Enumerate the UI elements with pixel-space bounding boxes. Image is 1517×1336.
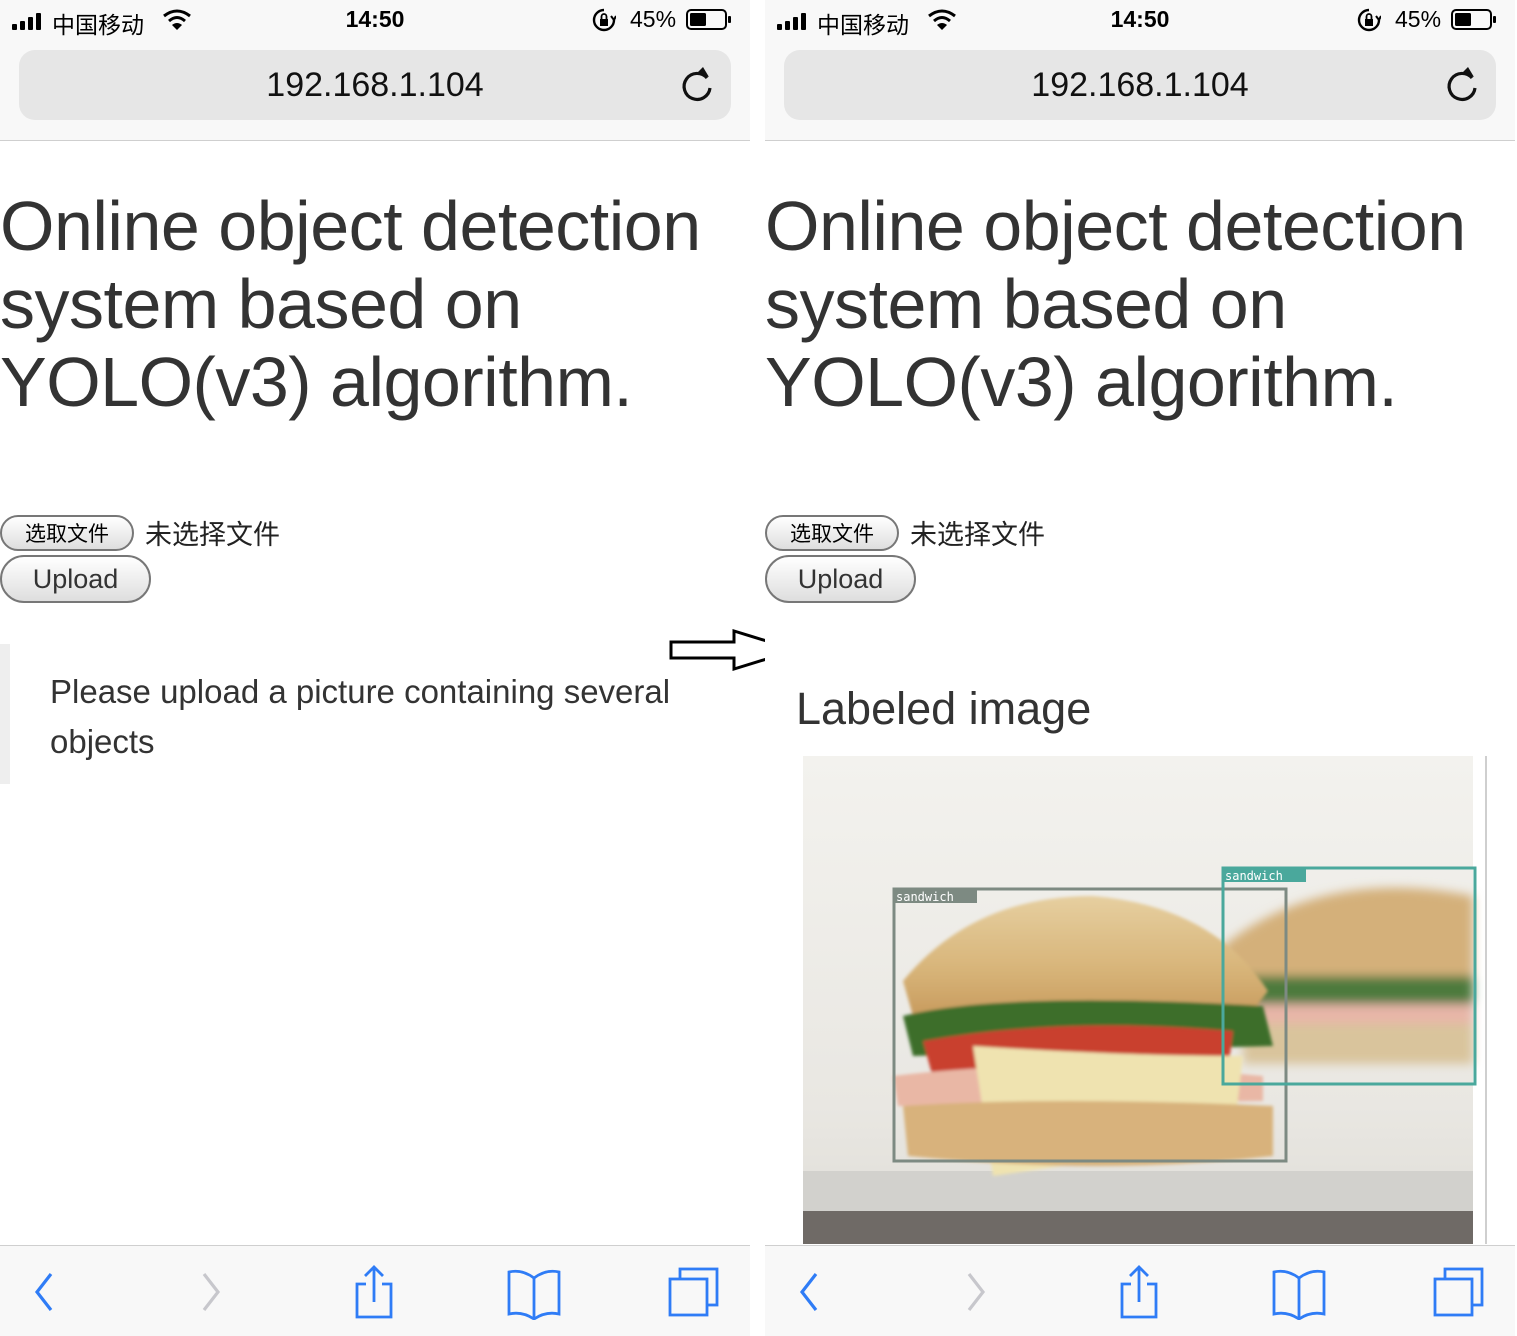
labeled-image: sandwich sandwich bbox=[803, 756, 1477, 1244]
phone-screen-after: 中国移动 14:50 45% 192.168.1.104 Online obje… bbox=[765, 0, 1515, 1336]
detection-label-1: sandwich bbox=[896, 890, 954, 904]
upload-button[interactable]: Upload bbox=[765, 555, 916, 603]
page-title: Online object detection system based on … bbox=[765, 187, 1466, 421]
battery-icon bbox=[1451, 9, 1496, 30]
status-bar: 中国移动 14:50 45% bbox=[765, 0, 1515, 42]
phone-screen-before: 中国移动 14:50 45% 192.168.1.104 Online obje… bbox=[0, 0, 750, 1336]
tabs-icon[interactable] bbox=[1430, 1264, 1490, 1320]
battery-percent: 45% bbox=[1395, 6, 1442, 32]
choose-file-button[interactable]: 选取文件 bbox=[0, 515, 134, 551]
address-bar[interactable]: 192.168.1.104 bbox=[784, 50, 1496, 120]
forward-icon bbox=[967, 1273, 986, 1311]
bookmarks-icon[interactable] bbox=[1269, 1264, 1329, 1320]
tabs-icon[interactable] bbox=[665, 1264, 725, 1320]
upload-notice: Please upload a picture containing sever… bbox=[0, 644, 740, 784]
no-file-selected-text: 未选择文件 bbox=[910, 520, 1045, 551]
url-text: 192.168.1.104 bbox=[1031, 66, 1249, 104]
battery-percent: 45% bbox=[630, 6, 677, 32]
labeled-image-container: sandwich sandwich bbox=[803, 756, 1487, 1244]
back-icon[interactable] bbox=[15, 1264, 75, 1320]
browser-chrome: 中国移动 14:50 45% 192.168.1.104 bbox=[765, 0, 1515, 141]
reload-icon[interactable] bbox=[679, 66, 715, 104]
address-bar[interactable]: 192.168.1.104 bbox=[19, 50, 731, 120]
status-bar: 中国移动 14:50 45% bbox=[0, 0, 750, 42]
browser-chrome: 中国移动 14:50 45% 192.168.1.104 bbox=[0, 0, 750, 141]
back-icon[interactable] bbox=[780, 1264, 840, 1320]
orientation-lock-icon bbox=[1357, 8, 1381, 32]
labeled-image-heading: Labeled image bbox=[796, 683, 1092, 734]
no-file-selected-text: 未选择文件 bbox=[145, 520, 280, 551]
battery-icon bbox=[686, 9, 731, 30]
url-text: 192.168.1.104 bbox=[266, 66, 484, 104]
share-icon[interactable] bbox=[344, 1264, 404, 1320]
page-content: Online object detection system based on … bbox=[0, 141, 750, 1244]
safari-toolbar bbox=[0, 1245, 750, 1336]
upload-button[interactable]: Upload bbox=[0, 555, 151, 603]
choose-file-button[interactable]: 选取文件 bbox=[765, 515, 899, 551]
orientation-lock-icon bbox=[592, 8, 616, 32]
bookmarks-icon[interactable] bbox=[504, 1264, 564, 1320]
page-title: Online object detection system based on … bbox=[0, 187, 701, 421]
forward-icon bbox=[202, 1273, 221, 1311]
reload-icon[interactable] bbox=[1444, 66, 1480, 104]
page-content: Online object detection system based on … bbox=[765, 141, 1515, 1244]
notice-text: Please upload a picture containing sever… bbox=[50, 673, 671, 760]
detection-label-2: sandwich bbox=[1225, 869, 1283, 883]
safari-toolbar bbox=[765, 1245, 1515, 1336]
share-icon[interactable] bbox=[1109, 1264, 1169, 1320]
